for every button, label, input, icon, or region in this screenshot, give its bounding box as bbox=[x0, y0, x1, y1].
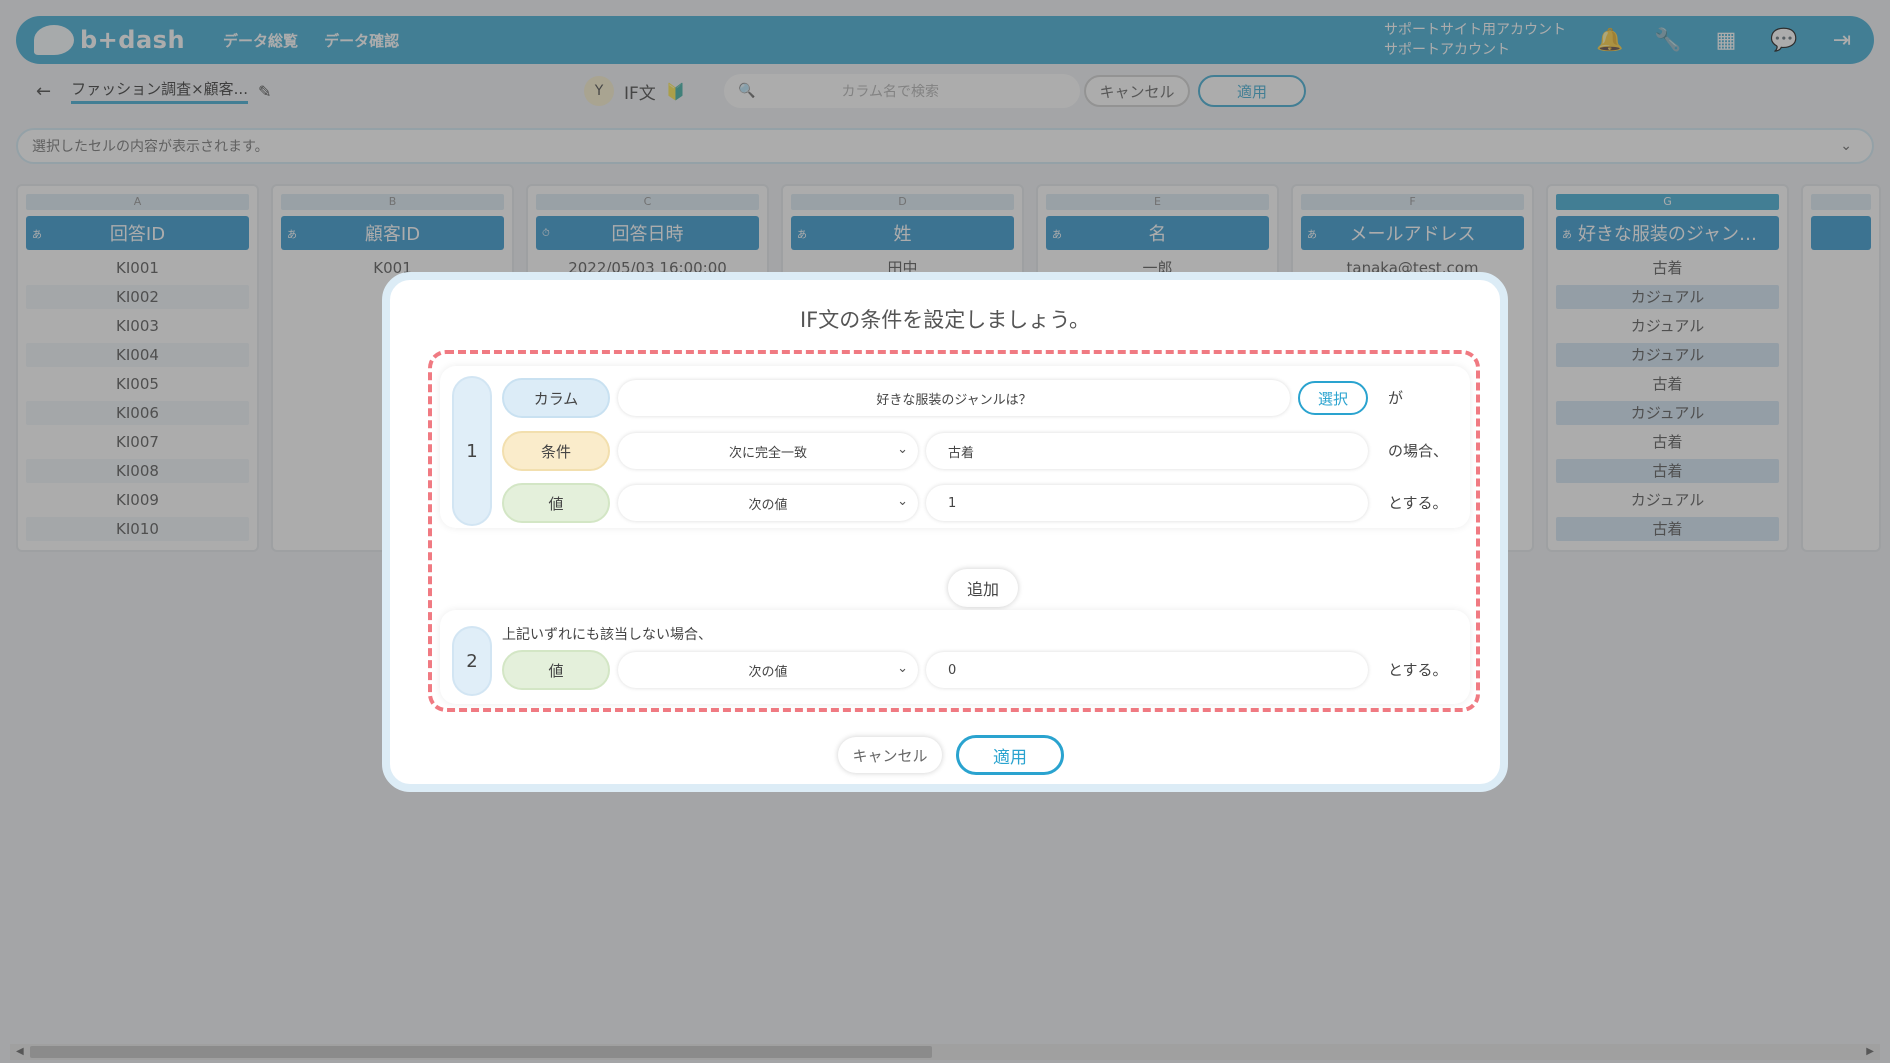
else-value-suffix: とする。 bbox=[1388, 661, 1448, 679]
else-description: 上記いずれにも該当しない場合、 bbox=[502, 627, 712, 643]
dialog-title: IF文の条件を設定しましょう。 bbox=[799, 308, 1090, 332]
condition-suffix: の場合、 bbox=[1388, 442, 1449, 460]
else-card: 2 上記いずれにも該当しない場合、 値 次の値 ⌄ 0 とする。 bbox=[440, 610, 1470, 704]
condition-row: 条件 次に完全一致 ⌄ 古着 bbox=[502, 429, 1368, 473]
column-suffix: が bbox=[1388, 389, 1404, 407]
dialog-apply-button[interactable]: 適用 bbox=[956, 735, 1064, 775]
dialog-cancel-button[interactable]: キャンセル bbox=[838, 737, 942, 773]
else-value-tag: 値 bbox=[502, 650, 610, 690]
add-condition-button[interactable]: 追加 bbox=[948, 569, 1018, 607]
column-row: カラム 好きな服装のジャンルは？ 選択 bbox=[502, 376, 1368, 420]
else-value-type-select-value: 次の値 bbox=[748, 664, 788, 680]
value-tag: 値 bbox=[502, 483, 610, 523]
condition-number: 1 bbox=[452, 376, 492, 526]
column-value-field[interactable]: 好きな服装のジャンルは？ bbox=[618, 380, 1290, 416]
else-value-input[interactable]: 0 bbox=[926, 652, 1368, 688]
condition-card: 1 カラム 好きな服装のジャンルは？ 選択 が 条件 次に完全一致 ⌄ 古着 の… bbox=[440, 366, 1470, 528]
condition-value-input[interactable]: 古着 bbox=[926, 433, 1368, 469]
value-input[interactable]: 1 bbox=[926, 485, 1368, 521]
value-type-select[interactable]: 次の値 ⌄ bbox=[618, 485, 918, 521]
chevron-down-icon: ⌄ bbox=[897, 494, 908, 509]
value-suffix: とする。 bbox=[1388, 494, 1448, 512]
else-value-type-select[interactable]: 次の値 ⌄ bbox=[618, 652, 918, 688]
select-column-button[interactable]: 選択 bbox=[1298, 381, 1368, 415]
conditions-frame: 1 カラム 好きな服装のジャンルは？ 選択 が 条件 次に完全一致 ⌄ 古着 の… bbox=[428, 350, 1480, 712]
else-value-row: 値 次の値 ⌄ 0 bbox=[502, 648, 1368, 692]
condition-select-value: 次に完全一致 bbox=[728, 445, 807, 461]
value-row: 値 次の値 ⌄ 1 bbox=[502, 481, 1368, 525]
condition-tag: 条件 bbox=[502, 431, 610, 471]
condition-select[interactable]: 次に完全一致 ⌄ bbox=[618, 433, 918, 469]
chevron-down-icon: ⌄ bbox=[897, 661, 908, 676]
column-tag: カラム bbox=[502, 378, 610, 418]
if-condition-dialog: IF文の条件を設定しましょう。 1 カラム 好きな服装のジャンルは？ 選択 が … bbox=[382, 272, 1508, 792]
chevron-down-icon: ⌄ bbox=[897, 442, 908, 457]
value-type-select-value: 次の値 bbox=[748, 497, 788, 513]
else-number: 2 bbox=[452, 626, 492, 696]
